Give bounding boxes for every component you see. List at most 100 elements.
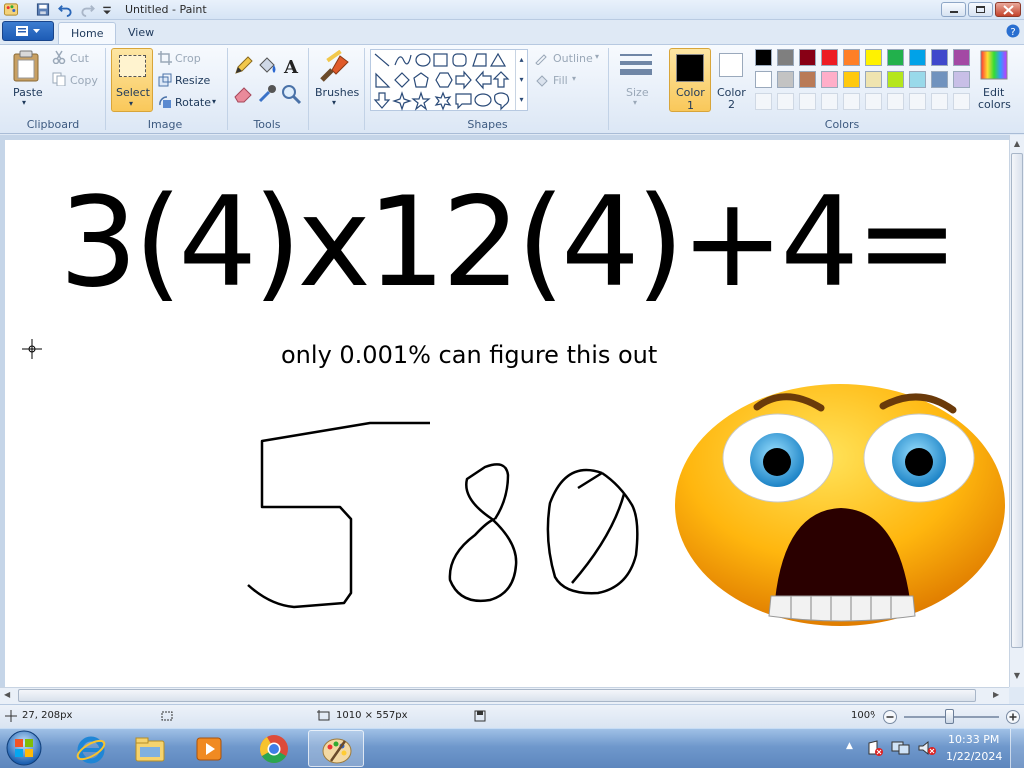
close-button[interactable]	[995, 2, 1021, 17]
show-hidden-icons[interactable]: ▲	[846, 741, 853, 751]
outline-button[interactable]: Outline	[553, 52, 593, 65]
palette-empty-swatch[interactable]	[887, 93, 904, 110]
size-label[interactable]: Size	[626, 86, 649, 99]
palette-color-swatch[interactable]	[931, 49, 948, 66]
minimize-button[interactable]	[941, 2, 966, 17]
color2-swatch[interactable]	[719, 53, 743, 77]
taskbar-file-explorer[interactable]	[122, 730, 178, 767]
taskbar-paint[interactable]	[308, 730, 364, 767]
palette-color-swatch[interactable]	[887, 71, 904, 88]
palette-empty-swatch[interactable]	[755, 93, 772, 110]
palette-color-swatch[interactable]	[755, 49, 772, 66]
vertical-scrollbar[interactable]: ▲ ▼	[1009, 135, 1024, 687]
palette-color-swatch[interactable]	[953, 49, 970, 66]
palette-empty-swatch[interactable]	[909, 93, 926, 110]
paste-icon[interactable]	[12, 50, 42, 82]
horizontal-scrollbar[interactable]: ◀ ▶	[0, 687, 1009, 704]
taskbar-chrome[interactable]	[246, 730, 302, 767]
palette-empty-swatch[interactable]	[799, 93, 816, 110]
help-icon[interactable]: ?	[1006, 24, 1020, 38]
chrome-icon	[260, 735, 288, 763]
eraser-icon[interactable]	[232, 83, 254, 105]
paint-menu-button[interactable]	[2, 21, 54, 41]
palette-empty-swatch[interactable]	[821, 93, 838, 110]
text-tool-icon[interactable]: A	[280, 55, 302, 77]
zoom-in-icon[interactable]	[1005, 709, 1021, 725]
taskbar-media-player[interactable]	[181, 730, 237, 767]
crop-button[interactable]: Crop	[175, 52, 201, 65]
color-picker-icon[interactable]	[256, 83, 278, 105]
restore-button[interactable]	[968, 2, 993, 17]
rotate-button[interactable]: Rotate	[175, 96, 211, 109]
palette-color-swatch[interactable]	[931, 71, 948, 88]
palette-color-swatch[interactable]	[887, 49, 904, 66]
customize-toolbar-icon[interactable]	[99, 2, 115, 17]
network-icon[interactable]	[891, 740, 911, 756]
paste-label[interactable]: Paste	[13, 86, 43, 99]
palette-color-swatch[interactable]	[865, 71, 882, 88]
taskbar-internet-explorer[interactable]	[63, 730, 119, 767]
magnifier-icon[interactable]	[280, 83, 302, 105]
palette-color-swatch[interactable]	[799, 49, 816, 66]
size-dropdown-icon[interactable]: ▾	[633, 98, 637, 107]
resize-button[interactable]: Resize	[175, 74, 210, 87]
show-desktop-button[interactable]	[1010, 729, 1024, 768]
paste-dropdown-icon[interactable]: ▾	[22, 98, 26, 107]
select-button[interactable]: Select ▾	[111, 48, 153, 112]
palette-color-swatch[interactable]	[953, 71, 970, 88]
palette-empty-swatch[interactable]	[777, 93, 794, 110]
cursor-position: 27, 208px	[22, 710, 73, 721]
fill-bucket-icon[interactable]	[256, 55, 278, 77]
scroll-up-icon[interactable]: ▲	[1010, 139, 1024, 148]
pencil-icon[interactable]	[232, 55, 254, 77]
cut-button[interactable]: Cut	[70, 52, 89, 65]
palette-empty-swatch[interactable]	[843, 93, 860, 110]
palette-color-swatch[interactable]	[777, 49, 794, 66]
drawing-canvas[interactable]: 3(4)x12(4)+4= only 0.001% can figure thi…	[5, 140, 1009, 687]
save-icon[interactable]	[35, 2, 51, 17]
edit-colors-label-2[interactable]: colors	[978, 98, 1011, 111]
start-button[interactable]	[4, 729, 44, 767]
scroll-down-icon[interactable]: ▼	[1010, 671, 1024, 680]
zoom-out-icon[interactable]	[882, 709, 898, 725]
palette-color-swatch[interactable]	[755, 71, 772, 88]
tab-view[interactable]: View	[116, 22, 166, 44]
brushes-dropdown-icon[interactable]: ▾	[332, 98, 336, 107]
palette-empty-swatch[interactable]	[953, 93, 970, 110]
palette-color-swatch[interactable]	[777, 71, 794, 88]
undo-icon[interactable]	[57, 2, 73, 17]
brushes-icon[interactable]	[318, 50, 352, 84]
tab-home[interactable]: Home	[58, 22, 117, 44]
palette-color-swatch[interactable]	[843, 49, 860, 66]
palette-empty-swatch[interactable]	[931, 93, 948, 110]
shapes-gallery[interactable]: ▴ ▾ ▾	[370, 49, 528, 111]
palette-color-swatch[interactable]	[909, 49, 926, 66]
palette-empty-swatch[interactable]	[865, 93, 882, 110]
clock-date[interactable]: 1/22/2024	[946, 750, 1002, 763]
vertical-scroll-thumb[interactable]	[1011, 153, 1023, 648]
shapes-scroll[interactable]: ▴ ▾ ▾	[515, 50, 527, 110]
zoom-slider-thumb[interactable]	[945, 709, 954, 724]
palette-color-swatch[interactable]	[821, 49, 838, 66]
palette-color-swatch[interactable]	[843, 71, 860, 88]
size-icon[interactable]	[619, 52, 653, 80]
volume-muted-icon[interactable]	[917, 740, 937, 756]
palette-color-swatch[interactable]	[865, 49, 882, 66]
brushes-label[interactable]: Brushes	[315, 86, 359, 99]
horizontal-scroll-thumb[interactable]	[18, 689, 976, 702]
palette-color-swatch[interactable]	[799, 71, 816, 88]
scroll-right-icon[interactable]: ▶	[993, 690, 999, 699]
fill-dropdown-icon[interactable]: ▾	[572, 74, 576, 83]
rotate-dropdown-icon[interactable]: ▾	[212, 97, 216, 106]
palette-color-swatch[interactable]	[821, 71, 838, 88]
edit-colors-icon[interactable]	[980, 50, 1008, 80]
copy-button[interactable]: Copy	[70, 74, 98, 87]
clock-time[interactable]: 10:33 PM	[948, 733, 999, 746]
fill-button[interactable]: Fill	[553, 74, 568, 87]
palette-color-swatch[interactable]	[909, 71, 926, 88]
outline-dropdown-icon[interactable]: ▾	[595, 52, 599, 61]
redo-icon[interactable]	[80, 2, 96, 17]
action-center-icon[interactable]	[866, 740, 884, 756]
scroll-left-icon[interactable]: ◀	[4, 690, 10, 699]
color1-button[interactable]: Color 1	[669, 48, 711, 112]
